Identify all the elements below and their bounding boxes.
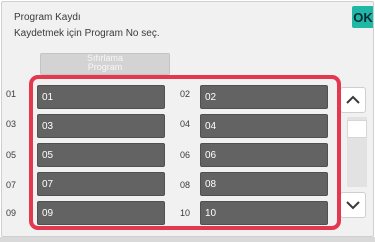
bottom-edge bbox=[0, 237, 375, 242]
program-button-09[interactable]: 09 bbox=[37, 201, 165, 225]
scroll-down-button[interactable] bbox=[340, 192, 366, 218]
row-label-04: 04 bbox=[180, 119, 191, 129]
program-button-01[interactable]: 01 bbox=[37, 85, 165, 109]
reset-button-label-line2: Program bbox=[87, 62, 123, 72]
program-button-10[interactable]: 10 bbox=[200, 201, 328, 225]
row-label-01: 01 bbox=[6, 89, 17, 99]
program-button-08[interactable]: 08 bbox=[200, 172, 328, 196]
row-label-08: 08 bbox=[180, 180, 191, 190]
program-button-05[interactable]: 05 bbox=[37, 143, 165, 167]
scrollbar-thumb[interactable] bbox=[347, 120, 367, 138]
row-label-05: 05 bbox=[6, 150, 17, 160]
row-label-03: 03 bbox=[6, 119, 17, 129]
page-title: Program Kaydı bbox=[14, 12, 81, 23]
chevron-up-icon bbox=[346, 95, 360, 104]
row-label-06: 06 bbox=[180, 150, 191, 160]
row-label-10: 10 bbox=[180, 208, 191, 218]
program-button-06[interactable]: 06 bbox=[200, 143, 328, 167]
reset-program-button[interactable]: Sıfırlama Program bbox=[40, 53, 170, 75]
row-label-07: 07 bbox=[6, 180, 17, 190]
row-label-09: 09 bbox=[6, 208, 17, 218]
panel: Program Kaydı Kaydetmek için Program No … bbox=[1, 1, 374, 237]
program-button-02[interactable]: 02 bbox=[200, 85, 328, 109]
chevron-down-icon bbox=[346, 201, 360, 210]
ok-button[interactable]: OK bbox=[352, 6, 373, 28]
scroll-up-button[interactable] bbox=[340, 87, 366, 113]
page-subtitle: Kaydetmek için Program No seç. bbox=[14, 28, 160, 39]
program-button-04[interactable]: 04 bbox=[200, 114, 328, 138]
program-register-screen: Program Kaydı Kaydetmek için Program No … bbox=[0, 0, 375, 242]
program-button-03[interactable]: 03 bbox=[37, 114, 165, 138]
program-button-07[interactable]: 07 bbox=[37, 172, 165, 196]
row-label-02: 02 bbox=[180, 89, 191, 99]
